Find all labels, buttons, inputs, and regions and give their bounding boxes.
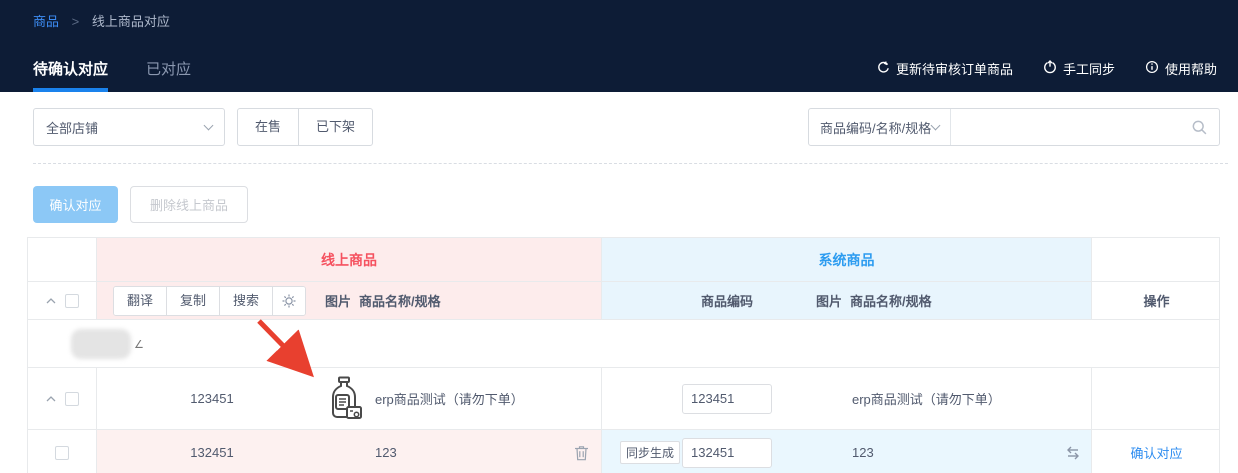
row-checkbox[interactable] (65, 392, 79, 406)
info-icon (1145, 60, 1159, 77)
breadcrumb: 商品 > 线上商品对应 (33, 11, 170, 30)
system-name-col-header: 商品名称/规格 (850, 291, 932, 310)
topbar-actions: 更新待审核订单商品 手工同步 使用帮助 (876, 59, 1217, 78)
chevron-down-icon (931, 120, 941, 130)
update-pending-orders-label: 更新待审核订单商品 (896, 59, 1013, 78)
help-button[interactable]: 使用帮助 (1145, 59, 1217, 78)
on-sale-button[interactable]: 在售 (237, 108, 299, 146)
online-product-code: 132451 (97, 445, 327, 460)
help-label: 使用帮助 (1165, 59, 1217, 78)
tab-matched[interactable]: 已对应 (146, 50, 191, 92)
search-input[interactable] (951, 109, 1191, 145)
trash-icon[interactable] (574, 445, 589, 461)
shop-name-redacted (71, 329, 131, 359)
shop-group-row: ∠ (28, 319, 1219, 367)
breadcrumb-current: 线上商品对应 (92, 14, 170, 29)
select-all-checkbox[interactable] (65, 294, 79, 308)
system-code-col-header: 商品编码 (701, 291, 753, 310)
confirm-mapping-link[interactable]: 确认对应 (1130, 443, 1182, 462)
row-collapse-caret-icon[interactable] (46, 396, 56, 402)
listing-status-filter: 在售 已下架 (237, 108, 373, 146)
tab-bar: 待确认对应 已对应 (33, 50, 191, 92)
online-tools-group: 翻译 复制 搜索 (113, 286, 306, 316)
search-group: 商品编码/名称/规格 (808, 108, 1220, 146)
topbar: 商品 > 线上商品对应 待确认对应 已对应 更新待审核订单商品 手工同步 使用帮… (0, 0, 1238, 92)
delete-online-product-button[interactable]: 删除线上商品 (130, 186, 248, 223)
system-product-group-header: 系统商品 (602, 250, 1091, 270)
tab-pending-confirmation[interactable]: 待确认对应 (33, 50, 108, 92)
copy-button[interactable]: 复制 (167, 287, 220, 315)
table-row: 123451 erp商品测试（请勿下单） (28, 367, 1219, 429)
update-pending-orders-button[interactable]: 更新待审核订单商品 (876, 59, 1013, 78)
action-col-spacer (1091, 238, 1221, 281)
online-image-col-header: 图片 (325, 291, 351, 310)
table-column-header-row: 翻译 复制 搜索 图片 商品名称/规格 商品编码 图片 商品名称/规格 操作 (28, 281, 1219, 319)
action-col-header: 操作 (1143, 291, 1169, 310)
online-product-name: erp商品测试（请勿下单） (375, 389, 524, 408)
collapse-all-caret-icon[interactable] (46, 298, 56, 304)
product-image-placeholder-icon (327, 376, 363, 422)
online-product-group-header: 线上商品 (97, 250, 601, 270)
system-product-name: erp商品测试（请勿下单） (852, 389, 1001, 408)
row-action-cell (1091, 368, 1221, 429)
system-code-input[interactable] (682, 384, 772, 414)
mapping-table: 线上商品 系统商品 翻译 复制 搜索 图片 (27, 237, 1220, 473)
search-icon[interactable] (1191, 119, 1208, 136)
online-name-col-header: 商品名称/规格 (359, 291, 441, 310)
breadcrumb-separator: > (72, 14, 80, 29)
translate-button[interactable]: 翻译 (114, 287, 167, 315)
refresh-icon (876, 60, 890, 77)
online-product-mapping-page: 商品 > 线上商品对应 待确认对应 已对应 更新待审核订单商品 手工同步 使用帮… (0, 0, 1238, 473)
online-product-code: 123451 (97, 391, 327, 406)
shop-select-value: 全部店铺 (46, 118, 98, 137)
system-image-col-header: 图片 (816, 291, 842, 310)
upload-sync-icon (1043, 60, 1057, 77)
search-type-value: 商品编码/名称/规格 (820, 118, 931, 137)
confirm-mapping-button[interactable]: 确认对应 (33, 186, 118, 223)
sync-generated-badge: 同步生成 (620, 441, 680, 464)
row-checkbox[interactable] (55, 446, 69, 460)
online-product-name: 123 (375, 445, 397, 460)
search-type-select[interactable]: 商品编码/名称/规格 (809, 109, 951, 145)
swap-sync-icon[interactable] (1064, 445, 1082, 461)
system-code-input[interactable] (682, 438, 772, 468)
off-shelf-button[interactable]: 已下架 (298, 108, 373, 146)
system-product-name: 123 (852, 445, 874, 460)
select-col-header (28, 238, 96, 281)
table-row: 132451 123 同步生成 123 确认对应 (28, 429, 1219, 473)
dashed-divider (33, 163, 1228, 164)
search-tool-button[interactable]: 搜索 (220, 287, 273, 315)
breadcrumb-root-link[interactable]: 商品 (33, 14, 59, 29)
shop-select[interactable]: 全部店铺 (33, 108, 225, 146)
chevron-down-icon (204, 120, 214, 130)
table-group-header-row: 线上商品 系统商品 (28, 238, 1219, 281)
shop-name-mark: ∠ (134, 338, 144, 351)
manual-sync-label: 手工同步 (1063, 59, 1115, 78)
gear-icon[interactable] (273, 287, 305, 315)
manual-sync-button[interactable]: 手工同步 (1043, 59, 1115, 78)
